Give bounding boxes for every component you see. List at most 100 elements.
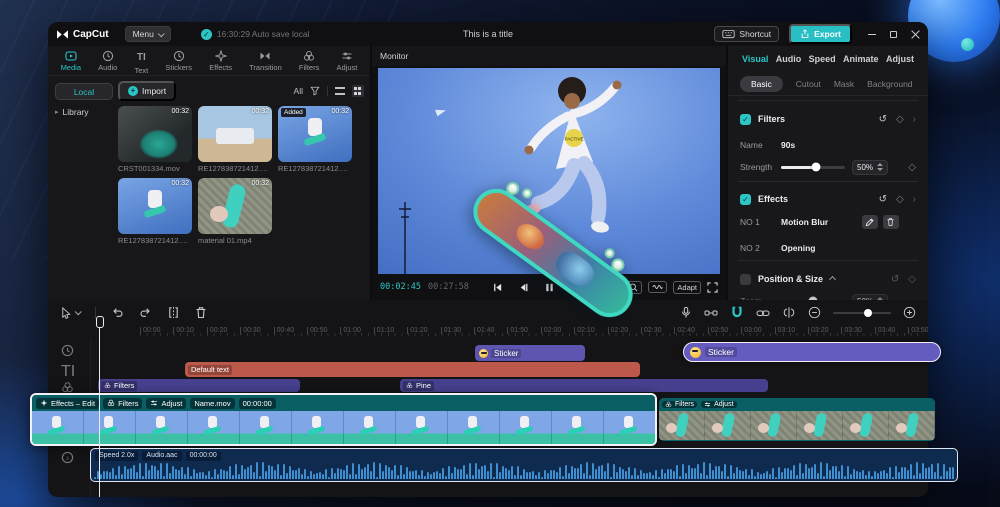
media-tab-transition[interactable]: Transition [249,50,282,72]
inspector-subtab-cutout[interactable]: Cutout [796,79,821,89]
svg-text:♪: ♪ [66,455,69,462]
close-button[interactable] [911,30,920,39]
grid-view-icon[interactable] [352,85,364,97]
magnet-icon[interactable] [730,306,744,319]
collapse-icon[interactable] [829,275,836,282]
filters-icon [303,50,315,62]
filter-name-value[interactable]: 90s [781,140,795,150]
media-item[interactable]: 00:32 material 01.mp4 [198,178,272,245]
menu-button[interactable]: Menu [125,26,171,42]
keyframe-icon[interactable]: ◇ [908,274,916,285]
sticker-clip-2-selected[interactable]: Sticker [683,342,941,362]
keyframe-icon[interactable]: ◇ [908,162,916,173]
media-tab-effects[interactable]: Effects [209,50,232,72]
main-video-clip-selected[interactable]: Effects – Edit Filters Adjust Name.mov 0… [30,393,657,446]
record-voiceover-button[interactable] [680,306,692,319]
chevron-right-icon[interactable]: › [913,114,916,125]
source-tab-library[interactable]: ▸ Library [55,107,89,117]
filters-badge[interactable]: Filters [662,401,697,408]
stickers-icon [173,50,185,62]
reset-icon[interactable]: ↺ [891,274,899,285]
inspector-tab-visual[interactable]: Visual [742,54,768,64]
media-thumbnail[interactable]: 00:32 [118,178,192,234]
adjust-badge[interactable]: Adjust [146,398,186,409]
keyframe-icon[interactable]: ◇ [896,194,904,205]
position-size-checkbox[interactable] [740,274,751,285]
sticker-clip-1[interactable]: Sticker [475,345,585,361]
media-thumbnail[interactable]: 00:32 [198,106,272,162]
import-button[interactable]: + Import [118,81,176,101]
media-item[interactable]: 00:32 RE127838721412.mp4 [198,106,272,173]
media-thumbnail[interactable]: 00:32 [118,106,192,162]
playhead-line[interactable] [99,327,100,497]
playhead-handle[interactable] [96,316,104,328]
strength-value-box[interactable]: 50% [852,160,888,175]
inspector-subtab-mask[interactable]: Mask [834,79,854,89]
media-thumbnail[interactable]: Added 00:32 [278,106,352,162]
inspector-subtab-basic[interactable]: Basic [740,76,783,92]
keyframe-icon[interactable]: ◇ [896,114,904,125]
pause-button[interactable] [544,282,555,293]
media-item[interactable]: 00:32 RE127838721412.mp4 [118,178,192,245]
export-button[interactable]: Export [789,24,852,44]
link-clips-icon[interactable] [756,307,770,319]
filter-all-label[interactable]: All [294,86,303,96]
adapt-ratio-button[interactable]: Adapt [673,281,701,294]
text-clip[interactable]: Default text [185,362,640,377]
auto-ripple-icon[interactable] [704,307,718,319]
reset-icon[interactable]: ↺ [879,194,887,205]
step-back-button[interactable] [518,282,529,293]
adjust-badge[interactable]: Adjust [701,401,736,408]
skip-start-button[interactable] [492,282,503,293]
media-tab-audio[interactable]: Audio [98,50,117,72]
render-preview-button[interactable] [648,281,667,293]
list-view-icon[interactable] [335,87,345,95]
effect-row-1: NO 1 Motion Blur [728,213,928,231]
pine-clip[interactable]: Pine [400,379,768,392]
inspector-tab-audio[interactable]: Audio [776,54,802,64]
strength-slider[interactable] [781,166,845,169]
source-tab-local[interactable]: Local [55,83,113,100]
effects-edit-badge[interactable]: Effects – Edit [36,398,99,409]
inspector-tab-animate[interactable]: Animate [843,54,879,64]
delete-button[interactable] [195,306,207,319]
filter-funnel-icon[interactable] [310,86,320,96]
split-preview-icon[interactable] [782,306,796,319]
inspector-subtab-background[interactable]: Background [867,79,912,89]
minimize-button[interactable] [868,34,876,35]
timeline-ruler[interactable]: 00:0000:1000:2000:3000:4000:5001:0001:10… [48,325,928,339]
filters-checkbox[interactable]: ✓ [740,114,751,125]
timeline-zoom-slider[interactable] [833,312,891,314]
media-tab-text[interactable]: TI Text [134,47,148,75]
media-tab-stickers[interactable]: Stickers [165,50,192,72]
monitor-controls: 00:02:45 00:27:58 Adapt [372,276,726,298]
media-tab-adjust[interactable]: Adjust [336,50,357,72]
shortcut-button[interactable]: Shortcut [714,26,779,42]
media-tab-media[interactable]: Media [61,50,81,72]
zoom-out-button[interactable] [808,306,821,319]
media-item[interactable]: Added 00:32 RE127838721412.mp4 [278,106,352,173]
media-tab-filters[interactable]: Filters [299,50,319,72]
filters-clip[interactable]: Filters [98,379,300,392]
text-track-icon: TI [61,363,75,381]
media-item[interactable]: 00:32 CRST001334.mov [118,106,192,173]
media-thumbnail[interactable]: 00:32 [198,178,272,234]
inspector-tab-speed[interactable]: Speed [809,54,836,64]
redo-button[interactable] [139,306,152,319]
maximize-button[interactable] [890,31,897,38]
inspector-tab-adjust[interactable]: Adjust [886,54,914,64]
chevron-right-icon[interactable]: › [913,194,916,205]
filters-badge[interactable]: Filters [103,398,142,409]
effects-checkbox[interactable]: ✓ [740,194,751,205]
select-tool-button[interactable] [60,307,80,319]
split-button[interactable] [167,306,180,319]
stepper-icon[interactable] [877,163,883,171]
delete-effect-button[interactable] [883,215,899,229]
zoom-in-button[interactable] [903,306,916,319]
fullscreen-button[interactable] [707,282,718,293]
edit-effect-button[interactable] [862,215,878,229]
second-video-clip[interactable]: Filters Adjust [659,398,935,441]
audio-clip-selected[interactable]: Speed 2.0x Audio.aac 00:00:00 [90,448,958,482]
undo-button[interactable] [111,306,124,319]
reset-icon[interactable]: ↺ [879,114,887,125]
